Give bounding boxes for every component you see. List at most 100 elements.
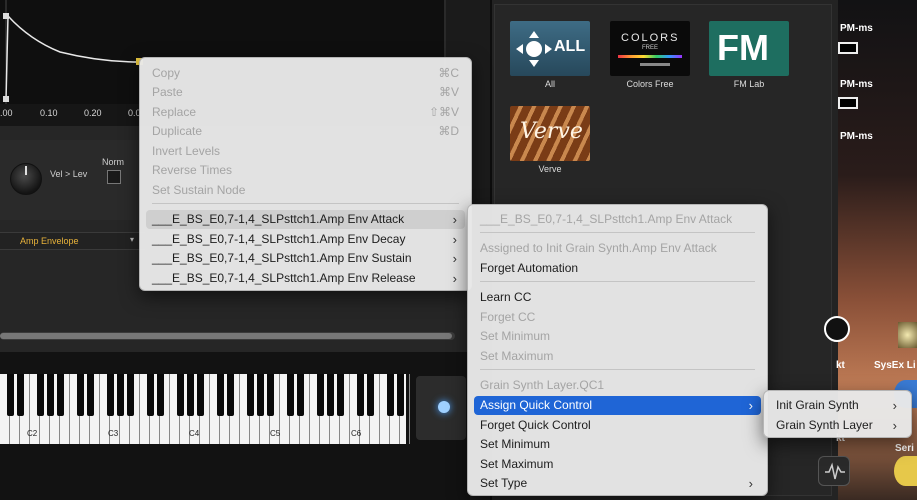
menu-item[interactable]: Grain Synth Layer › bbox=[770, 416, 905, 435]
menu-item-label: Set Sustain Node bbox=[152, 183, 246, 197]
menu-item-label: Grain Synth Layer.QC1 bbox=[480, 378, 605, 392]
menu-item-label: ___E_BS_E0,7-1,4_SLPsttch1.Amp Env Decay bbox=[152, 232, 406, 246]
velocity-knob[interactable] bbox=[10, 163, 42, 195]
library-name: All bbox=[544, 79, 555, 89]
library-tile-colors-free[interactable]: COLORS FREE bbox=[610, 21, 690, 76]
black-key[interactable] bbox=[76, 374, 84, 416]
menu-item[interactable]: Forget Quick Control bbox=[474, 416, 761, 435]
black-key[interactable] bbox=[156, 374, 164, 416]
chevron-right-icon: › bbox=[892, 418, 897, 433]
black-key[interactable] bbox=[196, 374, 204, 416]
library-tile-fm-lab[interactable]: FM bbox=[709, 21, 789, 76]
menu-item[interactable]: Forget Automation bbox=[474, 259, 761, 278]
desktop-icon-label: PM-ms bbox=[840, 131, 873, 142]
black-key[interactable] bbox=[226, 374, 234, 416]
black-key[interactable] bbox=[326, 374, 334, 416]
black-key[interactable] bbox=[316, 374, 324, 416]
desktop-icon-label: PM-ms bbox=[840, 79, 873, 90]
menu-item[interactable]: Learn CC bbox=[474, 288, 761, 307]
black-key[interactable] bbox=[146, 374, 154, 416]
menu-separator bbox=[480, 281, 755, 282]
black-key[interactable] bbox=[126, 374, 134, 416]
black-key[interactable] bbox=[16, 374, 24, 416]
library-tile-verve[interactable]: Verve bbox=[510, 106, 590, 161]
menu-item-label: Init Grain Synth bbox=[776, 398, 859, 412]
menu-item[interactable]: ___E_BS_E0,7-1,4_SLPsttch1.Amp Env Attac… bbox=[146, 210, 465, 229]
piano-keyboard[interactable]: C2 C3 C4 C5 C6 bbox=[0, 374, 410, 444]
menu-separator bbox=[480, 232, 755, 233]
library-tile-all[interactable]: ALL bbox=[510, 21, 590, 76]
menu-item: Invert Levels bbox=[146, 142, 465, 161]
menu-item-label: ___E_BS_E0,7-1,4_SLPsttch1.Amp Env Attac… bbox=[152, 212, 405, 226]
black-key[interactable] bbox=[296, 374, 304, 416]
menu-item: Reverse Times bbox=[146, 161, 465, 180]
menu-item[interactable]: Assign Quick Control › bbox=[474, 396, 761, 415]
tile-text: Verve bbox=[520, 119, 583, 144]
desktop-app-icon[interactable] bbox=[898, 322, 917, 348]
move-arrows-icon bbox=[516, 31, 552, 67]
black-key[interactable] bbox=[86, 374, 94, 416]
library-name: Verve bbox=[538, 164, 562, 174]
menu-item-label: ___E_BS_E0,7-1,4_SLPsttch1.Amp Env Attac… bbox=[480, 212, 733, 226]
desktop-app-icon[interactable] bbox=[824, 316, 850, 342]
menu-item[interactable]: ___E_BS_E0,7-1,4_SLPsttch1.Amp Env Relea… bbox=[146, 269, 465, 288]
chevron-right-icon: › bbox=[452, 251, 457, 266]
black-key[interactable] bbox=[286, 374, 294, 416]
black-key[interactable] bbox=[6, 374, 14, 416]
black-key[interactable] bbox=[46, 374, 54, 416]
black-key[interactable] bbox=[266, 374, 274, 416]
black-key[interactable] bbox=[56, 374, 64, 416]
chevron-right-icon: › bbox=[452, 271, 457, 286]
menu-item[interactable]: ___E_BS_E0,7-1,4_SLPsttch1.Amp Env Susta… bbox=[146, 249, 465, 268]
black-key[interactable] bbox=[256, 374, 264, 416]
black-key[interactable] bbox=[116, 374, 124, 416]
menu-item: Replace ⇧⌘V bbox=[146, 103, 465, 122]
quick-control-submenu: Init Grain Synth › Grain Synth Layer › bbox=[763, 390, 912, 438]
envelope-type-label: Amp Envelope bbox=[20, 236, 79, 246]
octave-label: C4 bbox=[189, 429, 200, 438]
shortcut-label: ⌘D bbox=[438, 124, 459, 138]
black-key[interactable] bbox=[186, 374, 194, 416]
black-key[interactable] bbox=[36, 374, 44, 416]
tile-text: FM bbox=[717, 27, 769, 68]
black-key[interactable] bbox=[396, 374, 404, 416]
menu-item: Copy ⌘C bbox=[146, 64, 465, 83]
octave-label: C2 bbox=[27, 429, 38, 438]
menu-item[interactable]: Set Maximum bbox=[474, 455, 761, 474]
menu-item-label: Forget Quick Control bbox=[480, 418, 591, 432]
black-key[interactable] bbox=[366, 374, 374, 416]
menu-item-label: Assigned to Init Grain Synth.Amp Env Att… bbox=[480, 241, 717, 255]
black-key[interactable] bbox=[336, 374, 344, 416]
norm-checkbox[interactable] bbox=[107, 170, 121, 184]
axis-tick: 0.20 bbox=[84, 108, 102, 118]
desktop-icon[interactable] bbox=[838, 42, 858, 54]
desktop-icon[interactable] bbox=[838, 97, 858, 109]
octave-label: C5 bbox=[270, 429, 281, 438]
menu-item-label: Paste bbox=[152, 85, 183, 99]
menu-item[interactable]: ___E_BS_E0,7-1,4_SLPsttch1.Amp Env Decay… bbox=[146, 230, 465, 249]
menu-item[interactable]: Set Type › bbox=[474, 474, 761, 493]
scrollbar-thumb[interactable] bbox=[0, 333, 452, 339]
envelope-node[interactable] bbox=[3, 96, 9, 102]
shortcut-label: ⇧⌘V bbox=[428, 105, 459, 119]
menu-item-label: ___E_BS_E0,7-1,4_SLPsttch1.Amp Env Susta… bbox=[152, 251, 412, 265]
black-key[interactable] bbox=[106, 374, 114, 416]
menu-item[interactable]: Init Grain Synth › bbox=[770, 396, 905, 415]
shortcut-label: ⌘V bbox=[438, 85, 459, 99]
xy-pad-handle[interactable] bbox=[438, 401, 450, 413]
black-key[interactable] bbox=[386, 374, 394, 416]
automation-submenu: ___E_BS_E0,7-1,4_SLPsttch1.Amp Env Attac… bbox=[467, 204, 768, 496]
desktop-icon-label: SysEx Li bbox=[874, 360, 916, 371]
menu-item: ___E_BS_E0,7-1,4_SLPsttch1.Amp Env Attac… bbox=[474, 210, 761, 229]
menu-item: Set Sustain Node bbox=[146, 181, 465, 200]
black-key[interactable] bbox=[246, 374, 254, 416]
black-key[interactable] bbox=[356, 374, 364, 416]
desktop-app-icon[interactable] bbox=[894, 456, 917, 486]
menu-item-label: Forget Automation bbox=[480, 261, 579, 275]
menu-item[interactable]: Set Minimum bbox=[474, 435, 761, 454]
menu-item: Paste ⌘V bbox=[146, 83, 465, 102]
black-key[interactable] bbox=[176, 374, 184, 416]
black-key[interactable] bbox=[216, 374, 224, 416]
waveform-icon[interactable] bbox=[818, 456, 850, 486]
envelope-node[interactable] bbox=[3, 13, 9, 19]
